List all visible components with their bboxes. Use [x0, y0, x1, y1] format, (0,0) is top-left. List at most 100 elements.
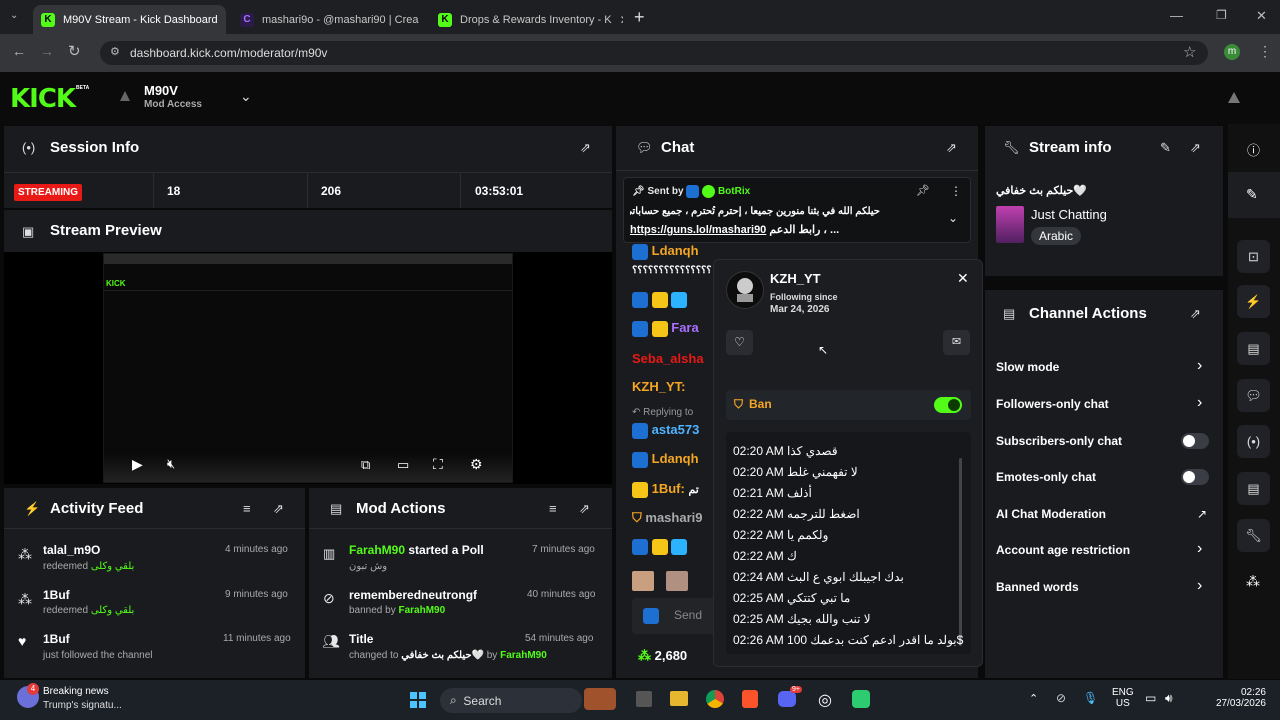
emotes-only-toggle[interactable]: [1181, 469, 1209, 485]
popout-icon[interactable]: ⇗: [946, 140, 957, 156]
forward-icon[interactable]: →: [40, 43, 54, 59]
volume-icon[interactable]: 🔊︎: [1165, 691, 1173, 706]
filter-icon[interactable]: ≡: [549, 501, 557, 516]
windows-start-icon[interactable]: [410, 692, 426, 708]
fullscreen-icon[interactable]: ⛶: [433, 456, 443, 473]
mod-action-user[interactable]: FarahM90: [349, 543, 405, 557]
brave-icon[interactable]: [742, 690, 758, 708]
lightning-icon[interactable]: ⚡: [1237, 285, 1270, 318]
action-followers-only[interactable]: Followers-only chat: [996, 397, 1109, 411]
gift-icon[interactable]: ✉: [943, 330, 970, 355]
popout-icon[interactable]: ⇗: [579, 501, 590, 517]
ban-toggle[interactable]: [934, 397, 962, 413]
channel-switch-chevron-icon[interactable]: ⌄: [240, 88, 252, 105]
chat-message[interactable]: Ldanqh: [632, 451, 712, 468]
reload-icon[interactable]: ↻: [68, 42, 81, 60]
obs-icon[interactable]: ◎: [818, 690, 832, 710]
chevron-right-icon[interactable]: ›: [1197, 357, 1202, 375]
chat-message[interactable]: ⛉ mashari9: [632, 510, 712, 526]
moderator-name[interactable]: FarahM90: [399, 605, 446, 616]
close-window-icon[interactable]: ✕: [1256, 8, 1267, 24]
popout-icon[interactable]: ⇗: [1190, 306, 1201, 322]
chrome-icon[interactable]: [706, 690, 724, 708]
search-highlight-icon[interactable]: [584, 688, 616, 710]
chevron-right-icon[interactable]: ›: [1197, 394, 1202, 412]
document-icon[interactable]: ▤: [1237, 332, 1270, 365]
pinned-link[interactable]: https://guns.lol/mashari90: [630, 224, 766, 236]
user-avatar[interactable]: [1226, 90, 1242, 104]
theater-icon[interactable]: ▭: [397, 457, 409, 473]
app-icon[interactable]: [852, 690, 870, 708]
pinned-more-icon[interactable]: ⋮: [950, 184, 962, 198]
popout-icon[interactable]: ⇗: [1190, 140, 1201, 156]
maximize-icon[interactable]: ❐: [1216, 8, 1227, 22]
popout-icon[interactable]: ⇗: [273, 501, 284, 517]
chat-user[interactable]: Ldanqh: [652, 243, 699, 258]
close-card-icon[interactable]: ✕: [957, 270, 969, 287]
play-icon[interactable]: ▶: [132, 456, 143, 473]
tab-close-icon[interactable]: ✕: [612, 13, 623, 27]
filter-icon[interactable]: ≡: [243, 501, 251, 516]
chat-user[interactable]: KZH_YT:: [632, 379, 712, 394]
menu-kebab-icon[interactable]: ⋮: [1258, 43, 1272, 60]
action-account-age[interactable]: Account age restriction: [996, 543, 1130, 557]
tab-search-icon[interactable]: ⌄: [10, 10, 18, 21]
network-off-icon[interactable]: ⊘: [1056, 691, 1066, 705]
chat-user[interactable]: asta573: [652, 422, 700, 437]
chat-message[interactable]: 1Buf: تم: [632, 481, 712, 498]
popout-icon[interactable]: ⇗: [580, 140, 591, 156]
address-bar[interactable]: dashboard.kick.com/moderator/m90v: [100, 41, 1208, 65]
profile-avatar[interactable]: m: [1224, 44, 1240, 60]
back-icon[interactable]: ←: [12, 43, 26, 59]
taskbar-search[interactable]: ⌕ Search: [440, 688, 582, 713]
mod-tools-icon[interactable]: [643, 607, 659, 624]
activity-user[interactable]: 1Buf: [43, 632, 70, 646]
channel-actions-icon[interactable]: ▤: [1237, 472, 1270, 505]
pinned-user[interactable]: BotRix: [718, 186, 750, 197]
moderator-name[interactable]: FarahM90: [500, 650, 547, 661]
microphone-icon[interactable]: 🎙︎: [1083, 691, 1098, 705]
settings-gear-icon[interactable]: ⚙: [470, 456, 483, 473]
channel-points[interactable]: ⁂ 2,680: [638, 648, 687, 664]
language-tag[interactable]: Arabic: [1031, 227, 1082, 245]
follow-heart-icon[interactable]: ♡: [726, 330, 753, 355]
news-title[interactable]: Breaking news: [43, 686, 109, 697]
history-scrollbar[interactable]: [959, 458, 962, 646]
category-name[interactable]: Just Chatting: [1031, 207, 1107, 222]
language-indicator[interactable]: ENG US: [1112, 687, 1134, 709]
chat-message[interactable]: Ldanqh: [632, 243, 712, 260]
chat-user[interactable]: 1Buf:: [652, 481, 685, 496]
edit-pencil-icon[interactable]: ✎: [1160, 140, 1171, 156]
chat-user[interactable]: Seba_alsha: [632, 351, 712, 366]
chat-bubble-icon[interactable]: 💬︎: [1237, 379, 1270, 412]
minimize-icon[interactable]: —: [1170, 8, 1183, 23]
subscribers-only-toggle[interactable]: [1181, 433, 1209, 449]
broadcast-icon[interactable]: (•): [1237, 425, 1270, 458]
expand-chevron-icon[interactable]: ⌄: [948, 211, 958, 225]
tab-drops[interactable]: K Drops & Rewards Inventory - K ✕: [430, 5, 623, 34]
unpin-icon[interactable]: 📌︎: [916, 184, 930, 197]
chat-message[interactable]: [632, 538, 712, 555]
clock[interactable]: 02:26 27/03/2026: [1206, 687, 1266, 709]
mod-action-user[interactable]: rememberedneutrongf: [349, 588, 477, 602]
chat-message[interactable]: Fara: [632, 320, 712, 337]
activity-user[interactable]: talal_m9O: [43, 543, 100, 557]
tab-kick-dashboard[interactable]: K M90V Stream - Kick Dashboard ✕: [33, 5, 226, 34]
chat-user[interactable]: Fara: [671, 320, 698, 335]
video-player[interactable]: KICK: [103, 253, 513, 483]
kick-logo[interactable]: KICK: [10, 84, 76, 114]
mute-icon[interactable]: 🔇︎: [167, 456, 175, 472]
chat-user[interactable]: Ldanqh: [652, 451, 699, 466]
chat-message[interactable]: asta573: [632, 422, 712, 439]
action-banned-words[interactable]: Banned words: [996, 580, 1079, 594]
chat-message[interactable]: [632, 291, 712, 308]
wrench-icon[interactable]: 🔧︎: [1237, 519, 1270, 552]
display-icon[interactable]: ▭: [1145, 691, 1156, 705]
site-info-icon[interactable]: ⚙: [110, 45, 120, 58]
points-icon[interactable]: ⁂: [1246, 573, 1260, 590]
new-tab-icon[interactable]: +: [634, 7, 645, 28]
activity-user[interactable]: 1Buf: [43, 588, 70, 602]
tab-close-icon[interactable]: ✕: [418, 13, 424, 27]
action-slow-mode[interactable]: Slow mode: [996, 360, 1059, 374]
discord-icon[interactable]: [778, 691, 796, 707]
